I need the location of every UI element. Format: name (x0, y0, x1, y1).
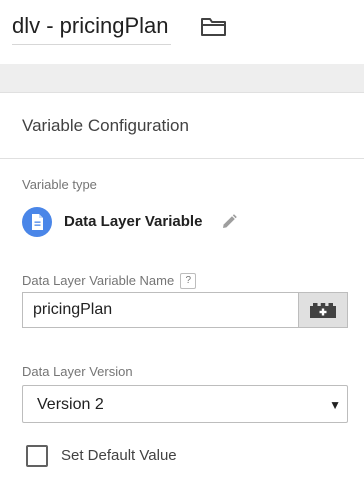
set-default-value-option[interactable]: Set Default Value (26, 445, 226, 467)
divider (0, 158, 364, 159)
version-selected-value: Version 2 (37, 396, 104, 413)
help-icon[interactable]: ? (180, 273, 197, 289)
document-icon (22, 207, 52, 237)
variable-name-title[interactable]: dlv - pricingPlan (12, 10, 171, 45)
insert-variable-button[interactable] (298, 292, 348, 328)
section-title: Variable Configuration (22, 116, 189, 135)
version-label: Data Layer Version (22, 364, 133, 379)
pencil-icon[interactable] (220, 213, 238, 231)
variable-header: dlv - pricingPlan (0, 0, 364, 64)
section-separator-band (0, 64, 364, 93)
set-default-value-label: Set Default Value (61, 447, 177, 464)
lego-brick-add-icon (310, 303, 336, 318)
dlv-name-label: Data Layer Variable Name (22, 273, 175, 288)
set-default-value-checkbox[interactable] (26, 445, 48, 467)
dlv-name-label-row: Data Layer Variable Name? (22, 273, 197, 289)
variable-type-row[interactable]: Data Layer Variable (22, 207, 262, 237)
variable-type-label: Variable type (22, 177, 97, 192)
variable-configuration-card: Variable Configuration Variable type Dat… (0, 93, 364, 482)
folder-icon[interactable] (200, 15, 227, 37)
version-select[interactable]: Version 2 ▼ (22, 385, 348, 423)
dlv-name-input[interactable] (22, 292, 298, 328)
variable-type-name: Data Layer Variable (64, 213, 203, 230)
triangle-down-icon: ▼ (329, 398, 341, 412)
dlv-name-field (22, 292, 348, 328)
